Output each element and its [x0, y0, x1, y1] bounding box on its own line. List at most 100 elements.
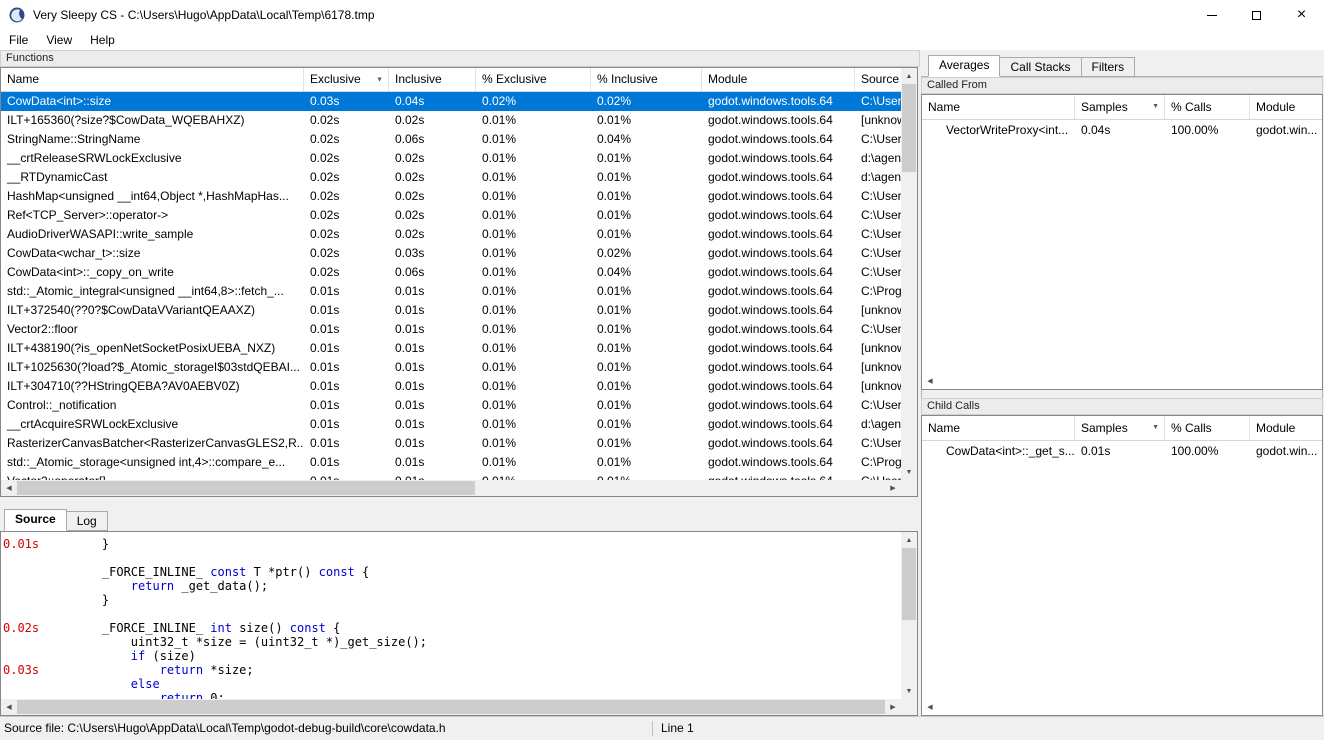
tab-call-stacks[interactable]: Call Stacks — [999, 57, 1081, 77]
function-row[interactable]: HashMap<unsigned __int64,Object *,HashMa… — [1, 187, 901, 206]
scroll-thumb[interactable] — [17, 700, 885, 714]
functions-vertical-scrollbar[interactable]: ▲ ▼ — [901, 68, 917, 480]
column-header-name[interactable]: Name — [1, 68, 304, 91]
scroll-down-icon[interactable]: ▼ — [901, 683, 917, 699]
function-row[interactable]: ILT+438190(?is_openNetSocketPosixUEBA_NX… — [1, 339, 901, 358]
menu-bar: File View Help — [0, 30, 1324, 50]
close-button[interactable]: × — [1279, 0, 1324, 30]
maximize-icon — [1252, 11, 1261, 20]
function-row[interactable]: __crtAcquireSRWLockExclusive0.01s0.01s0.… — [1, 415, 901, 434]
status-source-file: Source file: C:\Users\Hugo\AppData\Local… — [4, 717, 446, 740]
function-row[interactable]: CowData<wchar_t>::size0.02s0.03s0.01%0.0… — [1, 244, 901, 263]
column-header-inclusive[interactable]: Inclusive — [389, 68, 476, 91]
column-header-name[interactable]: Name — [922, 95, 1075, 119]
function-row[interactable]: Vector2::floor0.01s0.01s0.01%0.01%godot.… — [1, 320, 901, 339]
minimize-button[interactable] — [1189, 0, 1234, 30]
title-bar: Very Sleepy CS - C:\Users\Hugo\AppData\L… — [0, 0, 1324, 30]
scroll-thumb[interactable] — [902, 84, 916, 172]
function-row[interactable]: std::_Atomic_storage<unsigned int,4>::co… — [1, 453, 901, 472]
cell: 0.04s — [1075, 120, 1165, 140]
scroll-right-icon[interactable]: ▶ — [885, 480, 901, 496]
function-row[interactable]: Vector2::operator[]0.01s0.01s0.01%0.01%g… — [1, 472, 901, 480]
function-row[interactable]: Ref<TCP_Server>::operator->0.02s0.02s0.0… — [1, 206, 901, 225]
scroll-thumb[interactable] — [17, 481, 475, 495]
function-row[interactable]: ILT+372540(??0?$CowDataVVariantQEAAXZ)0.… — [1, 301, 901, 320]
cell: d:\agen — [855, 415, 901, 434]
menu-view[interactable]: View — [37, 30, 81, 50]
cell: C:\User — [855, 206, 901, 225]
column-header-pct-calls[interactable]: % Calls — [1165, 95, 1250, 119]
function-row[interactable]: ILT+1025630(?load?$_Atomic_storageI$03st… — [1, 358, 901, 377]
cell: 0.01s — [389, 472, 476, 480]
scroll-left-icon[interactable]: ◀ — [922, 373, 938, 389]
column-header-pct-exclusive[interactable]: % Exclusive — [476, 68, 591, 91]
function-row[interactable]: ILT+165360(?size?$CowData_WQEBAHXZ)0.02s… — [1, 111, 901, 130]
cell: 0.01s — [304, 282, 389, 301]
column-header-exclusive[interactable]: Exclusive▼ — [304, 68, 389, 91]
column-header-pct-inclusive[interactable]: % Inclusive — [591, 68, 702, 91]
code-text: uint32_t *size = (uint32_t *)_get_size()… — [73, 635, 427, 649]
cell: 0.06s — [389, 130, 476, 149]
column-header-samples[interactable]: Samples▼ — [1075, 416, 1165, 440]
function-row[interactable]: Control::_notification0.01s0.01s0.01%0.0… — [1, 396, 901, 415]
scroll-up-icon[interactable]: ▲ — [901, 68, 917, 84]
source-horizontal-scrollbar[interactable]: ◀ ▶ — [1, 699, 901, 715]
function-row[interactable]: __RTDynamicCast0.02s0.02s0.01%0.01%godot… — [1, 168, 901, 187]
maximize-button[interactable] — [1234, 0, 1279, 30]
scroll-right-icon[interactable]: ▶ — [885, 699, 901, 715]
cell: 0.01% — [476, 263, 591, 282]
source-view: 0.01s } _FORCE_INLINE_ const T *ptr() co… — [0, 531, 918, 716]
sample-time: 0.03s — [1, 663, 73, 677]
scroll-left-icon[interactable]: ◀ — [1, 699, 17, 715]
scroll-down-icon[interactable]: ▼ — [901, 464, 917, 480]
column-header-samples[interactable]: Samples▼ — [1075, 95, 1165, 119]
cell: godot.windows.tools.64 — [702, 111, 855, 130]
column-header-module[interactable]: Module — [702, 68, 855, 91]
tab-averages[interactable]: Averages — [928, 55, 1000, 77]
function-row[interactable]: CowData<int>::_copy_on_write0.02s0.06s0.… — [1, 263, 901, 282]
cell: godot.windows.tools.64 — [702, 358, 855, 377]
scroll-up-icon[interactable]: ▲ — [901, 532, 917, 548]
cell: 0.01s — [389, 377, 476, 396]
function-row[interactable]: RasterizerCanvasBatcher<RasterizerCanvas… — [1, 434, 901, 453]
column-header-name[interactable]: Name — [922, 416, 1075, 440]
cell: std::_Atomic_integral<unsigned __int64,8… — [1, 282, 304, 301]
functions-horizontal-scrollbar[interactable]: ◀ ▶ — [1, 480, 901, 496]
tab-log[interactable]: Log — [66, 511, 108, 531]
cell: 0.02% — [591, 92, 702, 111]
scroll-thumb[interactable] — [902, 548, 916, 620]
function-row[interactable]: ILT+304710(??HStringQEBA?AV0AEBV0Z)0.01s… — [1, 377, 901, 396]
function-row[interactable]: std::_Atomic_integral<unsigned __int64,8… — [1, 282, 901, 301]
column-header-module[interactable]: Module — [1250, 95, 1322, 119]
cell: 0.01% — [591, 320, 702, 339]
cell: C:\User — [855, 320, 901, 339]
cell: CowData<wchar_t>::size — [1, 244, 304, 263]
scroll-right-icon[interactable]: ▶ — [921, 699, 922, 715]
column-header-source[interactable]: Source — [855, 68, 901, 91]
cell: [unknow — [855, 111, 901, 130]
called-from-row[interactable]: VectorWriteProxy<int...0.04s100.00%godot… — [922, 120, 1322, 140]
menu-help[interactable]: Help — [81, 30, 124, 50]
cell: AudioDriverWASAPI::write_sample — [1, 225, 304, 244]
window-title: Very Sleepy CS - C:\Users\Hugo\AppData\L… — [33, 0, 375, 30]
cell: 0.01s — [304, 301, 389, 320]
column-header-module[interactable]: Module — [1250, 416, 1322, 440]
child-call-row[interactable]: CowData<int>::_get_s...0.01s100.00%godot… — [922, 441, 1322, 461]
tab-filters[interactable]: Filters — [1081, 57, 1136, 77]
sample-time: 0.02s — [1, 621, 73, 635]
function-row[interactable]: CowData<int>::size0.03s0.04s0.02%0.02%go… — [1, 92, 901, 111]
scrollbar-corner — [901, 480, 917, 496]
function-row[interactable]: StringName::StringName0.02s0.06s0.01%0.0… — [1, 130, 901, 149]
cell: 0.01% — [476, 472, 591, 480]
tab-source[interactable]: Source — [4, 509, 67, 531]
cell: Ref<TCP_Server>::operator-> — [1, 206, 304, 225]
scroll-right-icon[interactable]: ▶ — [921, 373, 922, 389]
function-row[interactable]: __crtReleaseSRWLockExclusive0.02s0.02s0.… — [1, 149, 901, 168]
code-text: _FORCE_INLINE_ const T *ptr() const { — [73, 565, 369, 579]
function-row[interactable]: AudioDriverWASAPI::write_sample0.02s0.02… — [1, 225, 901, 244]
scroll-left-icon[interactable]: ◀ — [922, 699, 938, 715]
column-header-pct-calls[interactable]: % Calls — [1165, 416, 1250, 440]
source-vertical-scrollbar[interactable]: ▲ ▼ — [901, 532, 917, 699]
scroll-left-icon[interactable]: ◀ — [1, 480, 17, 496]
menu-file[interactable]: File — [0, 30, 37, 50]
